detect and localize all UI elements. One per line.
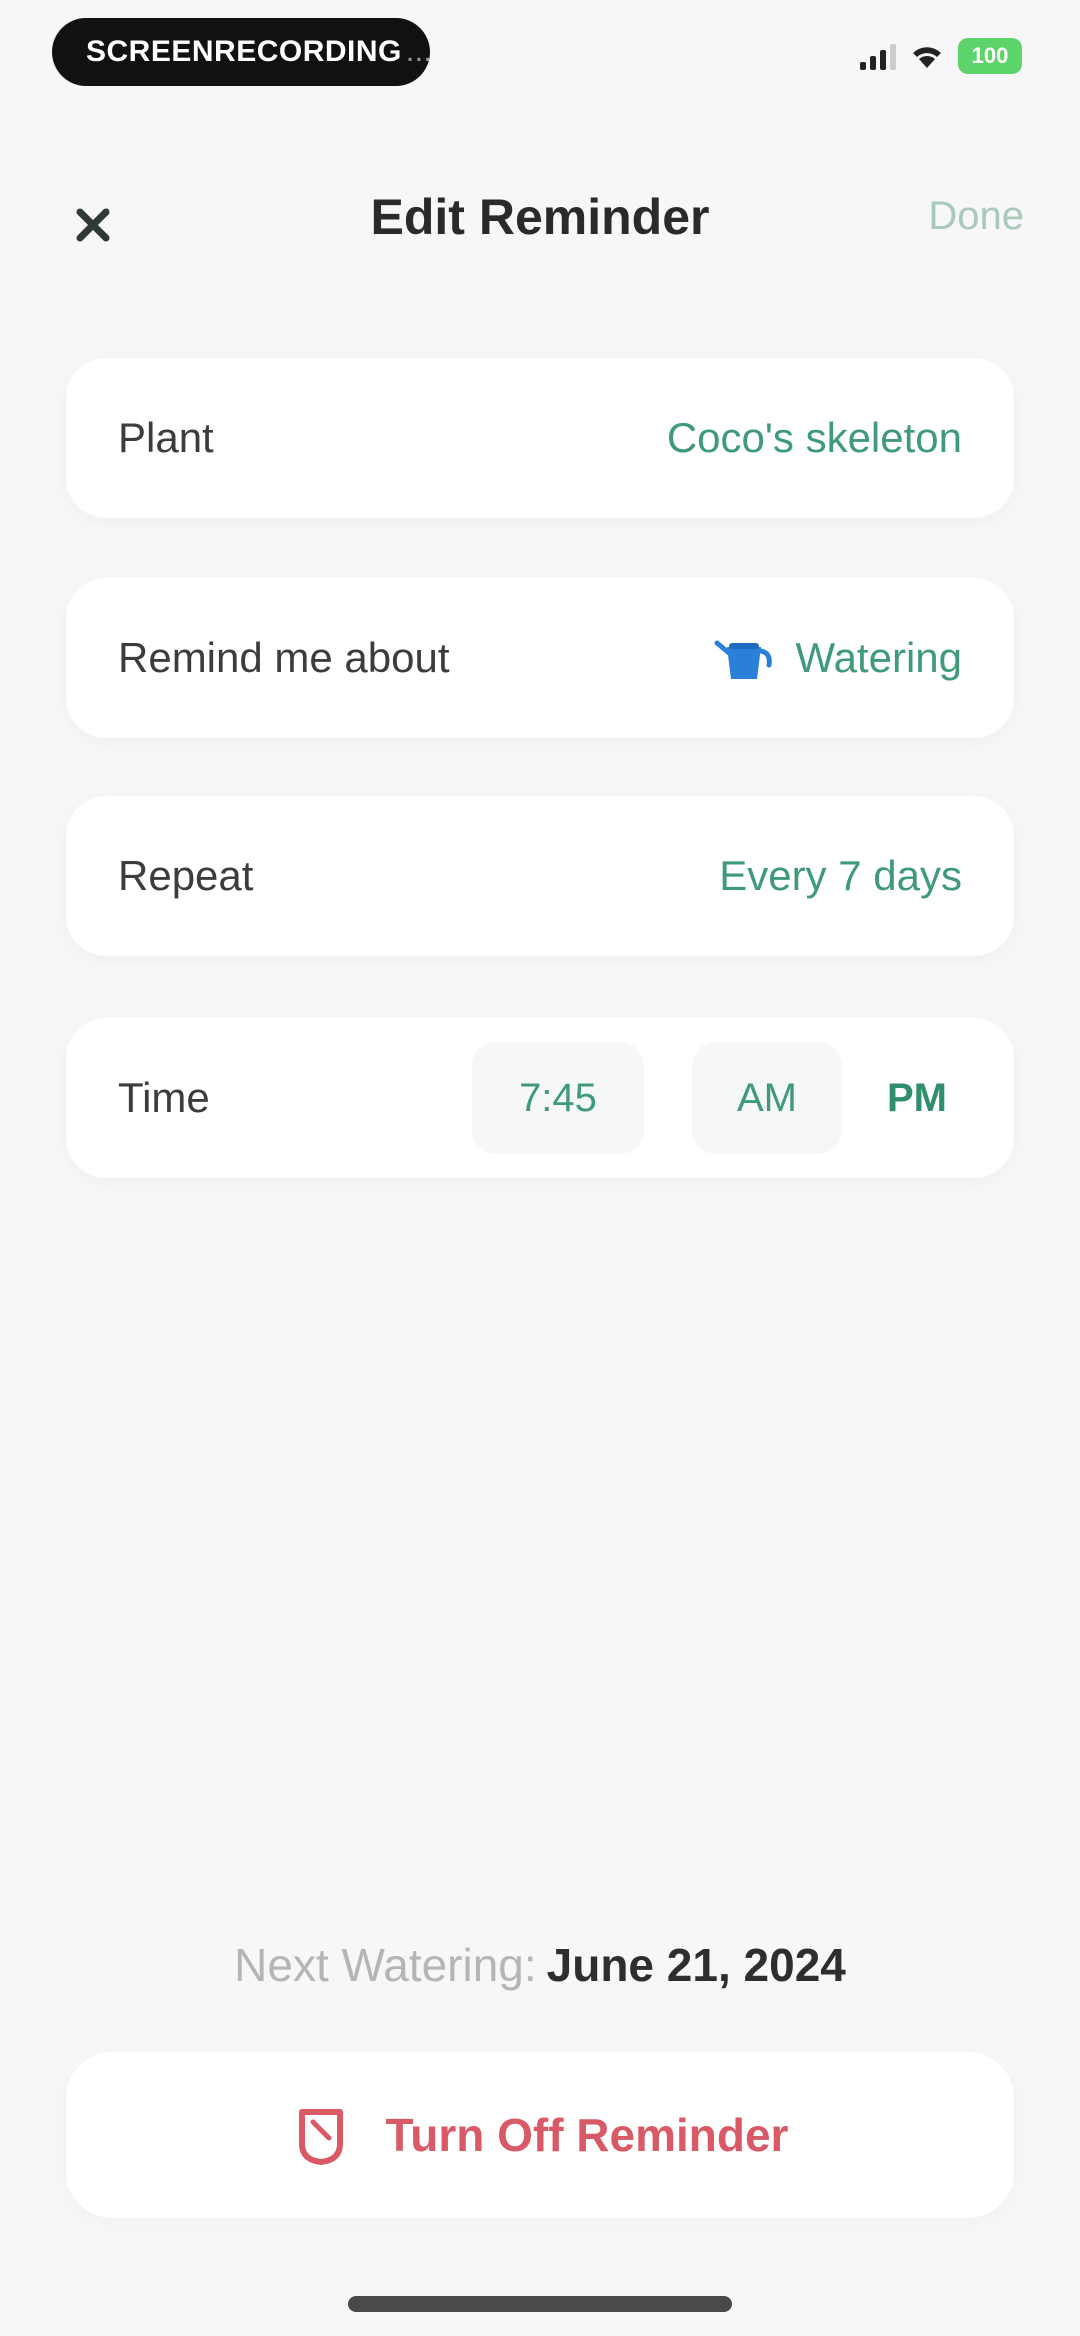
status-icons: 100 [860, 38, 1022, 74]
time-label: Time [118, 1074, 210, 1121]
repeat-value[interactable]: Every 7 days [719, 852, 962, 900]
next-watering-date: June 21, 2024 [546, 1939, 846, 1991]
repeat-row[interactable]: Repeat Every 7 days [66, 796, 1014, 956]
alarm-off-icon [298, 2109, 343, 2165]
battery-level: 100 [971, 43, 1009, 68]
remind-value-text: Watering [795, 634, 962, 681]
pm-option[interactable]: PM [872, 1042, 962, 1154]
repeat-label: Repeat [118, 852, 254, 899]
remind-value[interactable]: Watering [713, 633, 962, 683]
battery-icon: 100 [958, 38, 1022, 74]
next-watering-label: Next Watering: [234, 1939, 537, 1991]
remind-row[interactable]: Remind me about Watering [66, 578, 1014, 738]
time-row: Time 7:45 AM PM [66, 1018, 1014, 1178]
time-picker-field[interactable]: 7:45 [472, 1042, 644, 1154]
status-bar: SCREENRECORDING ... 100 [0, 0, 1080, 110]
turn-off-label: Turn Off Reminder [385, 2109, 789, 2161]
page-title: Edit Reminder [370, 189, 710, 245]
cellular-signal-icon [860, 42, 896, 70]
wifi-icon [910, 42, 944, 70]
plant-value[interactable]: Coco's skeleton [667, 414, 962, 462]
next-watering-line: Next Watering: June 21, 2024 [0, 1938, 1080, 1992]
watering-can-icon [713, 633, 773, 683]
recording-label: SCREENRECORDING [86, 35, 402, 68]
turn-off-reminder-button[interactable]: Turn Off Reminder [66, 2052, 1014, 2218]
recording-suffix: ... [405, 35, 433, 68]
screen: SCREENRECORDING ... 100 Edit Reminder Do… [0, 0, 1080, 2336]
screen-recording-indicator[interactable]: SCREENRECORDING ... [52, 18, 433, 86]
plant-row[interactable]: Plant Coco's skeleton [66, 358, 1014, 518]
plant-label: Plant [118, 414, 214, 461]
am-pm-selector: AM PM [692, 1042, 962, 1154]
am-option[interactable]: AM [692, 1042, 842, 1154]
done-button[interactable]: Done [928, 194, 1024, 239]
nav-bar: Edit Reminder Done [0, 160, 1080, 280]
home-indicator[interactable] [348, 2296, 732, 2312]
remind-label: Remind me about [118, 634, 450, 681]
